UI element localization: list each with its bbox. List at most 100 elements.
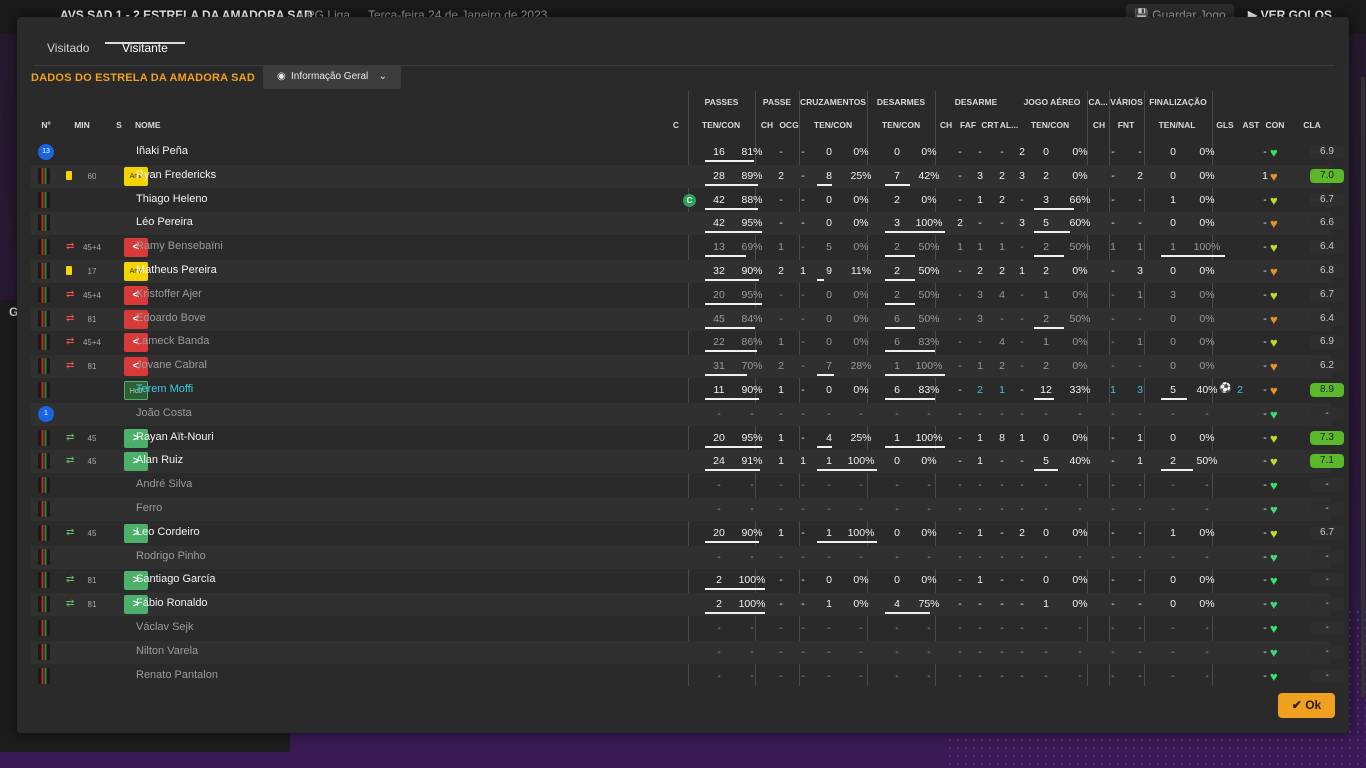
table-row[interactable]: ⇄ 81 < Edoardo Bove 45 84% - -0 0% 6 50% -3- -2 50% - -…: [31, 307, 1344, 331]
player-name[interactable]: Rodrigo Pinho: [136, 550, 206, 562]
table-row[interactable]: 17 Amr Matheus Pereira 32 90% 2 1 9 11% 2 50% -2 2 1 2…: [31, 260, 1344, 283]
stat-cell: 1: [1170, 526, 1176, 539]
stat-cell: -: [1044, 407, 1048, 420]
stat-cell: -: [978, 479, 982, 492]
player-name[interactable]: Terem Moffi: [136, 383, 193, 395]
stat-cell: -: [859, 479, 863, 492]
player-name[interactable]: Thiago Heleno: [136, 193, 208, 205]
player-name[interactable]: Jovane Cabral: [136, 359, 207, 371]
shirt-icon: [38, 382, 50, 398]
stat-cell: 2: [778, 265, 784, 277]
player-name[interactable]: André Silva: [136, 478, 192, 490]
table-row[interactable]: André Silva - - - - - - - - - - - - - - - - - - - ♥ -: [31, 474, 1344, 497]
table-row[interactable]: ⇄ 45 > Leo Cordeiro 20 90% 1-1 100% 0 0% -1-2 0 0% - -…: [31, 522, 1344, 545]
stat-cell: -: [958, 312, 962, 325]
stat-cell: 0: [894, 455, 900, 468]
ratio-bar: [1034, 326, 1064, 329]
stat-cell: -: [1000, 574, 1004, 587]
morale-heart-icon: ♥: [1270, 311, 1278, 327]
player-name[interactable]: Ferro: [136, 502, 162, 514]
stat-cell: -: [1078, 669, 1082, 682]
stat-cell: 0%: [921, 574, 937, 587]
stat-cell: 2: [1043, 265, 1049, 277]
ball-icon: ⚽: [1219, 383, 1232, 394]
stat-cell: 0: [826, 336, 832, 349]
stat-cell: -: [958, 193, 962, 206]
tab-home[interactable]: Visitado: [47, 39, 89, 57]
stat-cell: 3: [977, 312, 983, 325]
stat-cell: 86%: [741, 336, 763, 349]
stat-cell: 42: [713, 193, 725, 206]
stat-cell: 0: [1170, 217, 1176, 230]
table-row[interactable]: ⇄ 45 > Rayan Aït-Nouri 20 95% 1-4 25% 1 100% -1 8 1 0…: [31, 427, 1344, 450]
morale-heart-icon: ♥: [1270, 264, 1278, 279]
stat-cell: 1: [977, 241, 983, 254]
stat-cell: 3: [1137, 265, 1143, 277]
stat-cell: 28%: [850, 360, 872, 373]
table-row[interactable]: ⇄ 81 > Fábio Ronaldo 2 100% - -1 0% 4 75% - - - -1 0% - -…: [31, 593, 1344, 617]
table-row[interactable]: ⇄ 45 > Alan Ruiz 24 91% 1 1 1 100% 0 0% -1- -5 40% -1 2 5…: [31, 450, 1344, 474]
player-name[interactable]: Santiago García: [136, 573, 216, 585]
player-name[interactable]: Kristoffer Ajer: [136, 288, 202, 300]
table-row[interactable]: Nilton Varela - - - - - - - - - - - - - - - - - - - ♥ -: [31, 640, 1344, 664]
table-row[interactable]: Léo Pereira 42 95% - -0 0% 3 100% 2- -3 5 60% - -0 0% -…: [31, 212, 1344, 236]
ratio-bar: [705, 326, 755, 329]
view-selector-dropdown[interactable]: ◉ Informação Geral ⌄: [263, 65, 401, 89]
stat-cell: -: [1000, 598, 1004, 611]
player-name[interactable]: Alan Ruiz: [136, 454, 183, 466]
player-name[interactable]: Edoardo Bove: [136, 312, 206, 324]
player-name[interactable]: Ramy Bensebaïni: [136, 240, 223, 252]
table-row[interactable]: HdJ Terem Moffi 11 90% 1-0 0% 6 83% -2 1-12 33% 1 3 5…: [31, 379, 1344, 402]
player-name[interactable]: Iñaki Peña: [136, 145, 188, 157]
table-row[interactable]: ⇄ 45+4 < Ramy Bensebaïni 13 69% 1-5 0% 2 50% 1 1 1-2…: [31, 236, 1344, 259]
header-group: FINALIZAÇÃO: [1149, 97, 1207, 107]
sub-on-icon: ⇄: [66, 431, 75, 443]
stat-cell: 31: [713, 360, 725, 373]
table-row[interactable]: Thiago Heleno C 42 88% - - 0 0% 2 0% - 1 2 - 3 66% - - 1 0%…: [31, 189, 1344, 212]
table-row[interactable]: ⇄ 81 > Santiago García 2 100% - -0 0% 0 0% -1- -0 0% -…: [31, 569, 1344, 592]
stat-cell: 0%: [1199, 169, 1215, 182]
player-name[interactable]: Fábio Ronaldo: [136, 597, 208, 609]
header-group: DESARMES: [876, 97, 926, 107]
morale-heart-icon: ♥: [1270, 383, 1278, 398]
table-row[interactable]: Ferro - - - - - - - - - - - - - - - - - - - ♥ -: [31, 498, 1344, 521]
stat-cell: 1: [1137, 455, 1143, 468]
header-column: CH: [939, 120, 953, 130]
stat-cell: 22: [713, 336, 725, 349]
player-name[interactable]: Matheus Pereira: [136, 264, 217, 276]
stat-cell: -: [801, 360, 805, 373]
player-name[interactable]: Rayan Aït-Nouri: [136, 431, 214, 443]
table-row[interactable]: Rodrigo Pinho - - - - - - - - - - - - - - - - - - - ♥ -: [31, 545, 1344, 569]
player-name[interactable]: Nilton Varela: [136, 645, 198, 657]
rating-badge: -: [1310, 644, 1344, 659]
table-row[interactable]: ⇄ 45+4 < Kristoffer Ajer 20 95% - -0 0% 2 50% -3 4-1…: [31, 284, 1344, 307]
table-row[interactable]: Renato Pantalon - - - - - - - - - - - - - - - - - - - ♥ -: [31, 665, 1344, 688]
table-row[interactable]: 1 João Costa - - - - - - - - - - - - - - - - - - - ♥ -: [31, 402, 1344, 426]
stat-cell: -: [1020, 360, 1024, 373]
stat-cell: 0%: [1199, 265, 1215, 277]
player-name[interactable]: Leo Cordeiro: [136, 526, 200, 538]
table-row[interactable]: Václav Sejk - - - - - - - - - - - - - - - - - - - ♥ -: [31, 617, 1344, 640]
stat-cell: 1: [894, 431, 900, 444]
table-row[interactable]: ⇄ 45+4 < Lameck Banda 22 86% 1-0 0% 6 83% - -4-1 0% -…: [31, 331, 1344, 354]
table-row[interactable]: 60 Amr Ryan Fredericks 28 89% 2-8 25% 7 42% -3 2 3 2…: [31, 164, 1344, 188]
player-name[interactable]: João Costa: [136, 407, 192, 419]
stat-cell: -: [859, 645, 863, 658]
stat-cell: 90%: [741, 526, 763, 539]
table-row[interactable]: 13 Iñaki Peña 16 81% - -0 0% 0 0% - - -2 0 0% - -0 0% - ♥ 6…: [31, 141, 1344, 164]
stat-cell: -: [1020, 193, 1024, 206]
stat-cell: 50%: [1069, 241, 1091, 254]
stat-cell: 2: [778, 360, 784, 373]
stat-cell: -: [958, 526, 962, 539]
player-name[interactable]: Lameck Banda: [136, 335, 209, 347]
stat-cell: -: [1138, 407, 1142, 420]
table-row[interactable]: ⇄ 81 < Jovane Cabral 31 70% 2-7 28% 1 100% -1 2-2 0%…: [31, 355, 1344, 379]
player-name[interactable]: Ryan Fredericks: [136, 169, 216, 181]
player-name[interactable]: Léo Pereira: [136, 216, 193, 228]
player-name[interactable]: Renato Pantalon: [136, 669, 218, 681]
ok-button[interactable]: ✔ Ok: [1278, 693, 1335, 718]
stat-cell: 1: [977, 526, 983, 539]
stat-cell: -: [1111, 193, 1115, 206]
player-name[interactable]: Václav Sejk: [136, 621, 193, 633]
scrollbar[interactable]: [1361, 77, 1365, 697]
